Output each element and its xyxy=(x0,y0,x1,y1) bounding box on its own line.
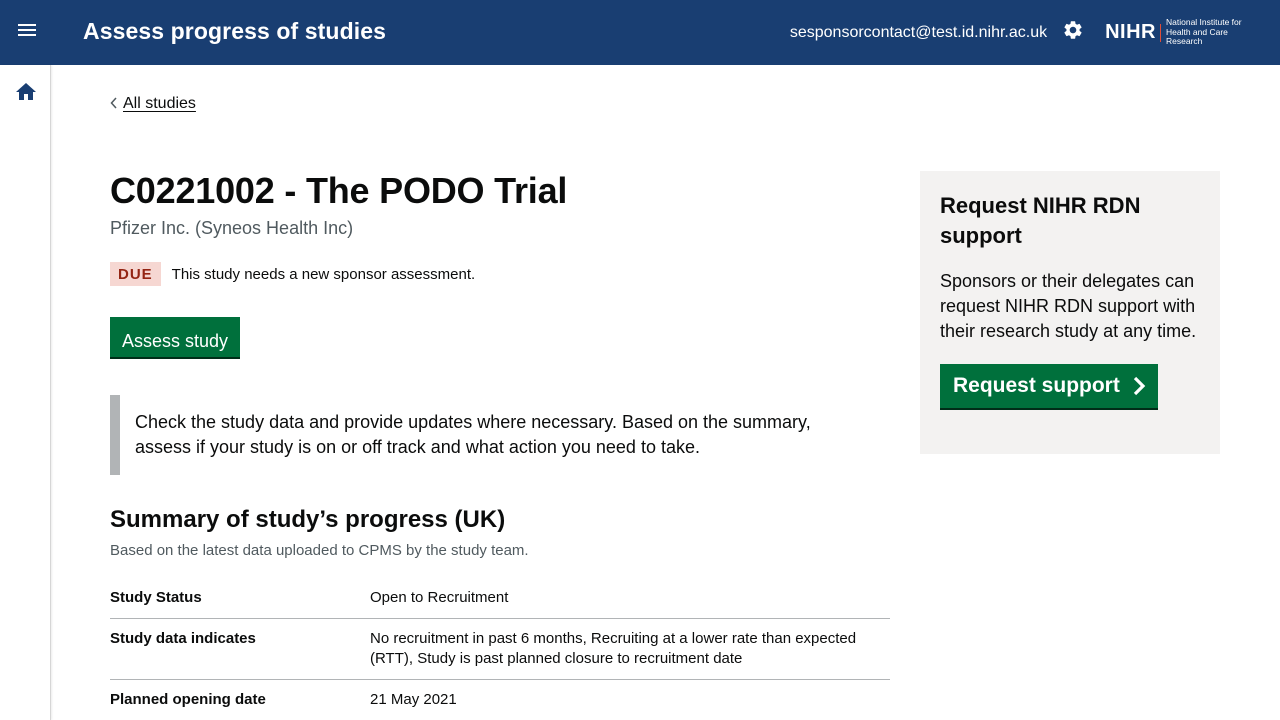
support-heading: Request NIHR RDN support xyxy=(940,193,1141,248)
app-title[interactable]: Assess progress of studies xyxy=(83,18,386,45)
summary-value: 21 May 2021 xyxy=(370,691,457,708)
summary-row: Planned opening date 21 May 2021 xyxy=(110,680,890,720)
summary-list: Study Status Open to Recruitment Study d… xyxy=(110,578,890,720)
app-header: Assess progress of studies sesponsorcont… xyxy=(0,0,1280,65)
gear-icon xyxy=(1062,19,1084,46)
summary-key: Planned opening date xyxy=(110,691,266,708)
logo-mark: NIHR xyxy=(1105,21,1156,43)
logo-text: National Institute for Health and Care R… xyxy=(1166,18,1266,47)
assess-study-button[interactable]: Assess study xyxy=(110,317,241,357)
summary-heading: Summary of study’s progress (UK) xyxy=(110,506,506,533)
summary-row: Study data indicates No recruitment in p… xyxy=(110,619,890,680)
page-title: C0221002 - The PODO Trial xyxy=(110,170,568,211)
chevron-right-icon xyxy=(1132,376,1146,396)
header-right: sesponsorcontact@test.id.nihr.ac.uk NIHR… xyxy=(790,0,1266,65)
status-row: DUE This study needs a new sponsor asses… xyxy=(110,262,475,286)
summary-key: Study Status xyxy=(110,589,202,606)
summary-row: Study Status Open to Recruitment xyxy=(110,578,890,619)
status-badge: DUE xyxy=(110,262,161,286)
summary-value: Open to Recruitment xyxy=(370,589,509,606)
settings-button[interactable] xyxy=(1061,21,1085,45)
chevron-left-icon xyxy=(110,96,118,112)
inset-text: Check the study data and provide updates… xyxy=(110,395,870,475)
user-email: sesponsorcontact@test.id.nihr.ac.uk xyxy=(789,23,1048,41)
summary-key: Study data indicates xyxy=(110,630,256,647)
support-panel: Request NIHR RDN support Sponsors or the… xyxy=(920,171,1220,454)
summary-value: No recruitment in past 6 months, Recruit… xyxy=(370,630,857,667)
all-studies-link[interactable]: All studies xyxy=(123,95,196,113)
home-icon[interactable] xyxy=(14,80,38,104)
request-support-button[interactable]: Request support xyxy=(940,364,1158,408)
logo-text-line2: Health and Care Research xyxy=(1166,26,1228,47)
request-support-label: Request support xyxy=(953,374,1120,397)
inset-text-content: Check the study data and provide updates… xyxy=(135,412,811,457)
nihr-logo[interactable]: NIHR National Institute for Health and C… xyxy=(1105,18,1266,47)
sponsor-name: Pfizer Inc. (Syneos Health Inc) xyxy=(110,218,354,238)
logo-divider xyxy=(1160,23,1161,42)
sidebar xyxy=(0,65,51,720)
menu-button[interactable] xyxy=(0,0,54,65)
menu-icon xyxy=(17,22,37,43)
logo-text-line1: National Institute for xyxy=(1166,17,1242,28)
summary-hint: Based on the latest data uploaded to CPM… xyxy=(110,542,529,559)
breadcrumb: All studies xyxy=(110,95,196,113)
support-body: Sponsors or their delegates can request … xyxy=(940,271,1197,341)
status-text: This study needs a new sponsor assessmen… xyxy=(171,265,476,283)
